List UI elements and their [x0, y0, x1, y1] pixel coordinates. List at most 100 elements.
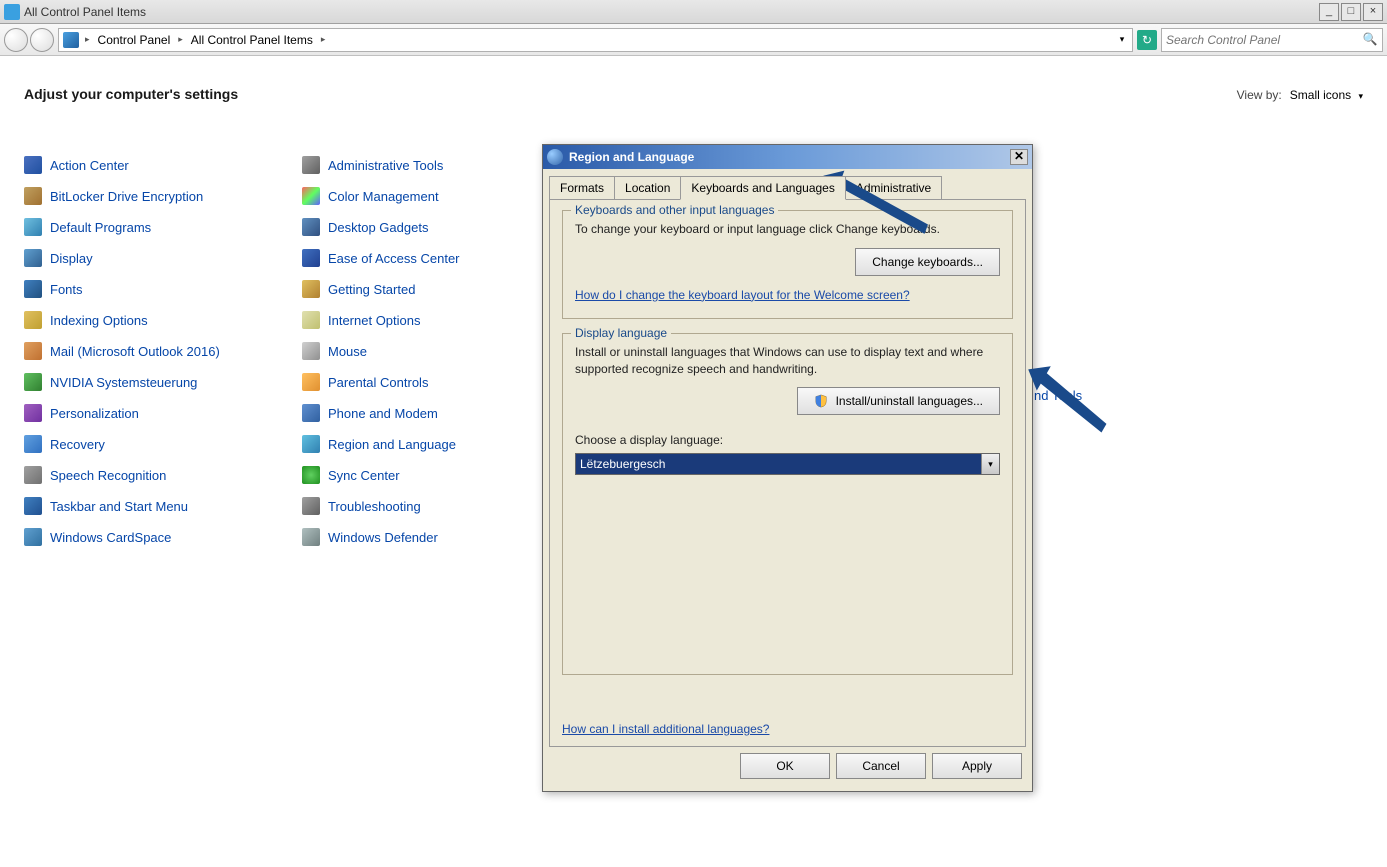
address-bar[interactable]: ▸ Control Panel ▸ All Control Panel Item… — [58, 28, 1133, 52]
dialog-buttons: OK Cancel Apply — [543, 753, 1032, 789]
dialog-title: Region and Language — [569, 150, 694, 164]
cp-item-personalization[interactable]: Personalization — [24, 404, 302, 422]
cp-item-action-center[interactable]: Action Center — [24, 156, 302, 174]
cp-item-desktop-gadgets[interactable]: Desktop Gadgets — [302, 218, 580, 236]
cp-item-sync-center[interactable]: Sync Center — [302, 466, 580, 484]
view-by-dropdown[interactable]: Small icons ▾ — [1290, 88, 1363, 102]
cp-item-troubleshooting[interactable]: Troubleshooting — [302, 497, 580, 515]
search-icon[interactable]: 🔍 — [1362, 32, 1378, 48]
dialog-titlebar[interactable]: Region and Language ✕ — [543, 145, 1032, 169]
item-icon — [302, 497, 320, 515]
keyboards-legend: Keyboards and other input languages — [571, 203, 778, 217]
display-language-text: Install or uninstall languages that Wind… — [575, 344, 1000, 378]
change-keyboards-button[interactable]: Change keyboards... — [855, 248, 1000, 276]
apply-button[interactable]: Apply — [932, 753, 1022, 779]
cp-item-internet-options[interactable]: Internet Options — [302, 311, 580, 329]
cp-item-color-management[interactable]: Color Management — [302, 187, 580, 205]
item-icon — [302, 249, 320, 267]
cp-item-getting-started[interactable]: Getting Started — [302, 280, 580, 298]
item-label: Action Center — [50, 158, 129, 173]
dialog-close-button[interactable]: ✕ — [1010, 149, 1028, 165]
cp-item-nvidia-systemsteuerung[interactable]: NVIDIA Systemsteuerung — [24, 373, 302, 391]
cp-item-recovery[interactable]: Recovery — [24, 435, 302, 453]
item-label: Fonts — [50, 282, 83, 297]
window-titlebar: All Control Panel Items _ □ × — [0, 0, 1387, 24]
search-input[interactable] — [1166, 33, 1362, 47]
install-additional-link[interactable]: How can I install additional languages? — [562, 722, 769, 736]
tab-location[interactable]: Location — [614, 176, 681, 200]
cp-item-fonts[interactable]: Fonts — [24, 280, 302, 298]
item-label: Windows Defender — [328, 530, 438, 545]
cp-item-phone-and-modem[interactable]: Phone and Modem — [302, 404, 580, 422]
cancel-button[interactable]: Cancel — [836, 753, 926, 779]
item-label: Administrative Tools — [328, 158, 443, 173]
item-label: Personalization — [50, 406, 139, 421]
keyboard-layout-link[interactable]: How do I change the keyboard layout for … — [575, 288, 910, 302]
item-icon — [302, 528, 320, 546]
item-icon — [302, 280, 320, 298]
nav-bar: ▸ Control Panel ▸ All Control Panel Item… — [0, 24, 1387, 56]
item-icon — [302, 156, 320, 174]
cp-item-windows-defender[interactable]: Windows Defender — [302, 528, 580, 546]
chevron-right-icon[interactable]: ▸ — [176, 34, 185, 45]
dropdown-button[interactable]: ▾ — [981, 454, 999, 474]
item-icon — [302, 342, 320, 360]
cp-item-display[interactable]: Display — [24, 249, 302, 267]
cp-item-speech-recognition[interactable]: Speech Recognition — [24, 466, 302, 484]
ok-button[interactable]: OK — [740, 753, 830, 779]
cp-item-default-programs[interactable]: Default Programs — [24, 218, 302, 236]
view-by: View by: Small icons ▾ — [1237, 88, 1363, 102]
breadcrumb-all-items[interactable]: All Control Panel Items — [189, 33, 315, 47]
item-label: Display — [50, 251, 93, 266]
item-icon — [302, 435, 320, 453]
cp-item-region-and-language[interactable]: Region and Language — [302, 435, 580, 453]
display-language-group: Display language Install or uninstall la… — [562, 333, 1013, 675]
region-language-dialog: Region and Language ✕ Formats Location K… — [542, 144, 1033, 792]
item-label: Recovery — [50, 437, 105, 452]
item-icon — [302, 404, 320, 422]
search-box[interactable]: 🔍 — [1161, 28, 1383, 52]
item-icon — [302, 218, 320, 236]
item-label: Sync Center — [328, 468, 400, 483]
display-language-select[interactable]: Lëtzebuergesch ▾ — [575, 453, 1000, 475]
item-label: Parental Controls — [328, 375, 428, 390]
view-by-label: View by: — [1237, 88, 1282, 102]
close-window-button[interactable]: × — [1363, 3, 1383, 21]
cp-item-ease-of-access-center[interactable]: Ease of Access Center — [302, 249, 580, 267]
item-icon — [24, 404, 42, 422]
uac-shield-icon — [814, 394, 828, 408]
cp-item-windows-cardspace[interactable]: Windows CardSpace — [24, 528, 302, 546]
tab-formats[interactable]: Formats — [549, 176, 615, 200]
breadcrumb-control-panel[interactable]: Control Panel — [96, 33, 173, 47]
address-dropdown[interactable]: ▾ — [1116, 34, 1128, 45]
cp-item-mouse[interactable]: Mouse — [302, 342, 580, 360]
address-icon — [63, 32, 79, 48]
cp-item-mail-microsoft-outlook-2016-[interactable]: Mail (Microsoft Outlook 2016) — [24, 342, 302, 360]
choose-language-label: Choose a display language: — [575, 433, 1000, 447]
cp-item-administrative-tools[interactable]: Administrative Tools — [302, 156, 580, 174]
cp-item-indexing-options[interactable]: Indexing Options — [24, 311, 302, 329]
forward-button[interactable] — [30, 28, 54, 52]
cp-item-parental-controls[interactable]: Parental Controls — [302, 373, 580, 391]
refresh-button[interactable]: ↻ — [1137, 30, 1157, 50]
item-icon — [24, 528, 42, 546]
item-label: Phone and Modem — [328, 406, 438, 421]
globe-icon — [547, 149, 563, 165]
display-language-legend: Display language — [571, 326, 671, 340]
main-content: Adjust your computer's settings View by:… — [0, 56, 1387, 867]
tab-keyboards-languages[interactable]: Keyboards and Languages — [680, 176, 845, 200]
item-label: Region and Language — [328, 437, 456, 452]
item-label: Troubleshooting — [328, 499, 421, 514]
control-panel-icon — [4, 4, 20, 20]
item-icon — [24, 497, 42, 515]
dialog-tabs: Formats Location Keyboards and Languages… — [549, 176, 1026, 200]
item-icon — [24, 342, 42, 360]
install-languages-button[interactable]: Install/uninstall languages... — [797, 387, 1000, 415]
cp-item-bitlocker-drive-encryption[interactable]: BitLocker Drive Encryption — [24, 187, 302, 205]
item-label: Default Programs — [50, 220, 151, 235]
minimize-button[interactable]: _ — [1319, 3, 1339, 21]
cp-item-taskbar-and-start-menu[interactable]: Taskbar and Start Menu — [24, 497, 302, 515]
maximize-button[interactable]: □ — [1341, 3, 1361, 21]
chevron-right-icon[interactable]: ▸ — [319, 34, 328, 45]
back-button[interactable] — [4, 28, 28, 52]
